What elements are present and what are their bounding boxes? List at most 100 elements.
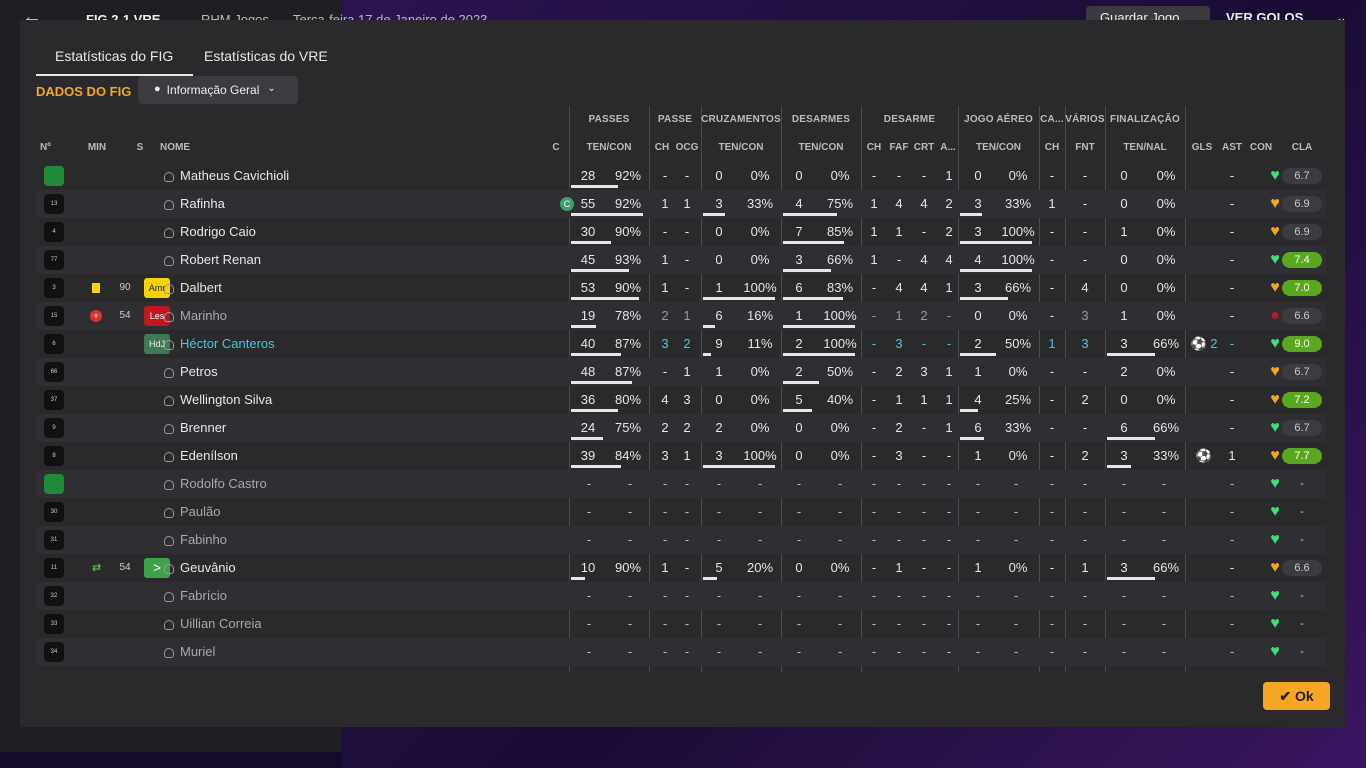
a: 1 — [945, 168, 953, 183]
player-name[interactable]: Rafinha — [180, 190, 225, 218]
des-ch: - — [871, 420, 877, 435]
player-name[interactable]: Muriel — [180, 638, 215, 666]
player-row[interactable]: 9 Brenner 24 75% 2 2 2 0% 0 0% -2-1 6 33% - -6 66% - ♥ 6.7 — [36, 414, 1326, 442]
player-row[interactable]: 11 ⇄ 54 > Geuvânio 10 90% 1-5 20% 0 0% -1- -1 0% -1 3 66… — [36, 554, 1326, 582]
tab-fig-stats[interactable]: Estatísticas do FIG — [36, 46, 194, 76]
passes-bar — [571, 353, 621, 356]
tackles-bar — [783, 241, 844, 244]
player-row[interactable]: 4 Rodrigo Caio 30 90% - -0 0% 7 85% 1 1-2 3 100% - -1 0… — [36, 218, 1326, 246]
player-row[interactable]: 13 Rafinha C 55 92% 1 1 3 33% 4 75% 1 4 4 2 3 33% 1-0 0% - ♥… — [36, 190, 1326, 218]
empty-stat: - — [871, 616, 877, 631]
empty-stat: - — [921, 504, 927, 519]
empty-stat: - — [627, 532, 633, 547]
player-row[interactable]: 77 Robert Renan 45 93% 1-0 0% 3 66% 1-4 4 4 100% - -0… — [36, 246, 1326, 274]
player-row[interactable]: 6 HdJ Héctor Canteros 40 87% 3 2 9 11% 2 100% -3- -2… — [36, 330, 1326, 358]
player-row[interactable]: 31 Fabinho - - - - - - - - - - - - - - - - - - - ♥ - — [36, 526, 1326, 554]
rating-value: - — [1300, 590, 1304, 602]
empty-stat: - — [662, 644, 668, 659]
passes-bar — [571, 381, 632, 384]
faf: 1 — [895, 560, 903, 575]
player-name[interactable]: Paulão — [180, 498, 220, 526]
aerial-pct: 50% — [1004, 336, 1032, 351]
player-row[interactable]: 8 Edenílson 39 84% 3 1 3 100% 0 0% -3- -1 0% -2 3 33% ⚽ 1… — [36, 442, 1326, 470]
player-name[interactable]: Dalbert — [180, 274, 222, 302]
player-row[interactable]: Matheus Cavichioli 28 92% - -0 0% 0 0% - - -1 0 0% - -… — [36, 162, 1326, 190]
player-row[interactable]: Rodolfo Castro - - - - - - - - - - - - - - - - - - - ♥ - — [36, 470, 1326, 498]
person-icon — [164, 228, 174, 238]
passe-ocg: - — [684, 168, 690, 183]
empty-stat: - — [837, 644, 843, 659]
tackles-pct: 0% — [830, 560, 850, 575]
shots-bar — [1107, 465, 1131, 468]
player-name[interactable]: Matheus Cavichioli — [180, 162, 289, 190]
goals-value — [1190, 162, 1218, 190]
aerial-bar — [960, 241, 1032, 244]
col-passes-tencon: TEN/CON — [586, 142, 632, 153]
player-row[interactable]: 3 90 Amr Dalbert 53 90% 1-1 100% 6 83% -4 4 1 3 66% -4 0… — [36, 274, 1326, 302]
player-name[interactable]: Brenner — [180, 414, 226, 442]
faf: 1 — [895, 224, 903, 239]
player-row[interactable]: 37 Wellington Silva 36 80% 4 3 0 0% 5 40% -1 1 1 4 25%… — [36, 386, 1326, 414]
player-name[interactable]: Uillian Correia — [180, 610, 262, 638]
goals-value — [1190, 274, 1218, 302]
shirt-icon: 9 — [44, 418, 64, 438]
player-name[interactable]: Héctor Canteros — [180, 330, 275, 358]
empty-stat: - — [1049, 504, 1055, 519]
crosses-bar — [703, 577, 717, 580]
crosses-bar — [703, 465, 775, 468]
crosses-pct: 11% — [747, 336, 773, 351]
empty-stat: - — [946, 532, 952, 547]
empty-stat: - — [837, 616, 843, 631]
des-ch: - — [871, 308, 877, 323]
col-gls: GLS — [1191, 142, 1213, 153]
player-name[interactable]: Petros — [180, 358, 218, 386]
player-name[interactable]: Robert Renan — [180, 246, 261, 274]
empty-stat: - — [1161, 504, 1167, 519]
empty-stat: - — [627, 504, 633, 519]
player-name[interactable]: Marinho — [180, 302, 227, 330]
empty-stat: - — [757, 616, 763, 631]
player-name[interactable]: Geuvânio — [180, 554, 236, 582]
passe-ocg: 1 — [683, 308, 691, 323]
empty-stat: - — [1013, 532, 1019, 547]
col-ca-ch: CH — [1044, 142, 1060, 153]
player-name[interactable]: Rodolfo Castro — [180, 470, 267, 498]
assists-value: - — [1229, 420, 1235, 435]
player-row[interactable]: 34 Muriel - - - - - - - - - - - - - - - - - - - ♥ - — [36, 638, 1326, 666]
player-row[interactable]: 33 Uillian Correia - - - - - - - - - - - - - - - - - - - ♥ - — [36, 610, 1326, 638]
a: 1 — [945, 280, 953, 295]
view-filter-dropdown[interactable]: ● Informação Geral ⌄ — [138, 76, 298, 104]
player-row[interactable]: 32 Fabrício - - - - - - - - - - - - - - - - - - - ♥ - — [36, 582, 1326, 610]
fnt-value: - — [1082, 420, 1088, 435]
fnt-value: 2 — [1081, 448, 1089, 463]
ca-value: - — [1049, 280, 1055, 295]
captain-icon: C — [560, 197, 574, 211]
empty-stat: - — [871, 644, 877, 659]
person-icon — [164, 592, 174, 602]
empty-stat: - — [796, 476, 802, 491]
rating-value: 6.9 — [1282, 196, 1322, 212]
passes-bar — [571, 437, 603, 440]
empty-stat: - — [1121, 476, 1127, 491]
faf: 3 — [895, 336, 903, 351]
ok-button[interactable]: ✔ Ok — [1263, 682, 1330, 710]
passes-pct: 90% — [614, 224, 642, 239]
tab-vre-stats[interactable]: Estatísticas do VRE — [185, 46, 348, 76]
person-icon — [164, 396, 174, 406]
player-name[interactable]: Wellington Silva — [180, 386, 272, 414]
player-name[interactable]: Rodrigo Caio — [180, 218, 256, 246]
player-row[interactable]: 30 Paulão - - - - - - - - - - - - - - - - - - - ♥ - — [36, 498, 1326, 526]
empty-stat: - — [757, 532, 763, 547]
player-name[interactable]: Fabinho — [180, 526, 227, 554]
passes-bar — [571, 269, 629, 272]
player-name[interactable]: Fabrício — [180, 582, 227, 610]
aerial-attempted: 1 — [974, 448, 982, 463]
shirt-icon: 30 — [44, 502, 64, 522]
player-name[interactable]: Edenílson — [180, 442, 238, 470]
empty-stat: - — [837, 476, 843, 491]
player-row[interactable]: 66 Petros 48 87% -1 1 0% 2 50% -2 3 1 1 0% - -2 0% - ♥ 6.7 — [36, 358, 1326, 386]
substitution-icon: ⇄ — [92, 562, 102, 574]
ca-value: - — [1049, 560, 1055, 575]
tackles-pct: 0% — [830, 420, 850, 435]
player-row[interactable]: 15 +54 Les Marinho 19 78% 2 1 6 16% 1 100% -1 2-0 0% -3… — [36, 302, 1326, 330]
